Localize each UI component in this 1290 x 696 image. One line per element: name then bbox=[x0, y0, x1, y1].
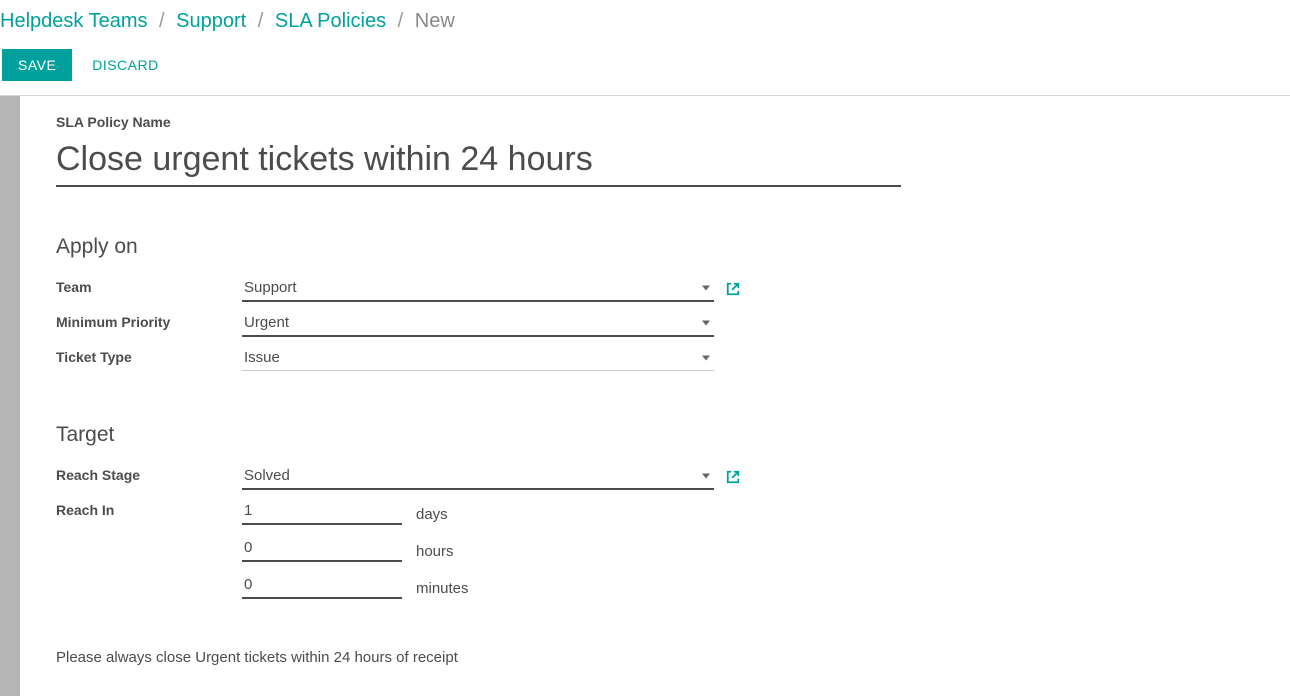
save-button[interactable]: SAVE bbox=[2, 49, 72, 81]
breadcrumb-current: New bbox=[415, 10, 455, 32]
chevron-down-icon bbox=[702, 285, 710, 290]
discard-button[interactable]: DISCARD bbox=[76, 49, 175, 81]
policy-name-input[interactable] bbox=[56, 136, 901, 187]
reach-stage-label: Reach Stage bbox=[56, 459, 242, 494]
reach-in-hours-input[interactable] bbox=[242, 535, 402, 562]
breadcrumb-helpdesk-teams[interactable]: Helpdesk Teams bbox=[0, 10, 147, 32]
reach-in-days-input[interactable] bbox=[242, 498, 402, 525]
breadcrumb-support[interactable]: Support bbox=[176, 10, 246, 32]
minimum-priority-label: Minimum Priority bbox=[56, 306, 242, 341]
target-section-title: Target bbox=[56, 423, 1230, 447]
reach-stage-select[interactable]: Solved bbox=[242, 463, 714, 490]
breadcrumb-separator: / bbox=[398, 10, 404, 32]
external-link-icon[interactable] bbox=[726, 282, 740, 296]
minutes-unit-label: minutes bbox=[416, 580, 469, 599]
form-sheet: SLA Policy Name Apply on Team Support bbox=[20, 96, 1270, 696]
breadcrumb-separator: / bbox=[159, 10, 165, 32]
breadcrumb-separator: / bbox=[258, 10, 264, 32]
breadcrumb-sla-policies[interactable]: SLA Policies bbox=[275, 10, 386, 32]
days-unit-label: days bbox=[416, 506, 448, 525]
hours-unit-label: hours bbox=[416, 543, 454, 562]
team-select[interactable]: Support bbox=[242, 275, 714, 302]
breadcrumb: Helpdesk Teams / Support / SLA Policies … bbox=[0, 0, 1290, 43]
external-link-icon[interactable] bbox=[726, 470, 740, 484]
apply-on-section-title: Apply on bbox=[56, 235, 1230, 259]
team-label: Team bbox=[56, 271, 242, 306]
team-select-value: Support bbox=[244, 279, 297, 296]
ticket-type-label: Ticket Type bbox=[56, 341, 242, 375]
chevron-down-icon bbox=[702, 320, 710, 325]
reach-in-label: Reach In bbox=[56, 494, 242, 603]
chevron-down-icon bbox=[702, 473, 710, 478]
minimum-priority-value: Urgent bbox=[244, 314, 289, 331]
left-gutter bbox=[0, 96, 20, 696]
chevron-down-icon bbox=[702, 355, 710, 360]
action-toolbar: SAVE DISCARD bbox=[0, 43, 1290, 91]
policy-name-label: SLA Policy Name bbox=[56, 114, 1230, 130]
reach-stage-value: Solved bbox=[244, 467, 290, 484]
reach-in-minutes-input[interactable] bbox=[242, 572, 402, 599]
ticket-type-value: Issue bbox=[244, 349, 280, 366]
minimum-priority-select[interactable]: Urgent bbox=[242, 310, 714, 337]
ticket-type-select[interactable]: Issue bbox=[242, 345, 714, 371]
